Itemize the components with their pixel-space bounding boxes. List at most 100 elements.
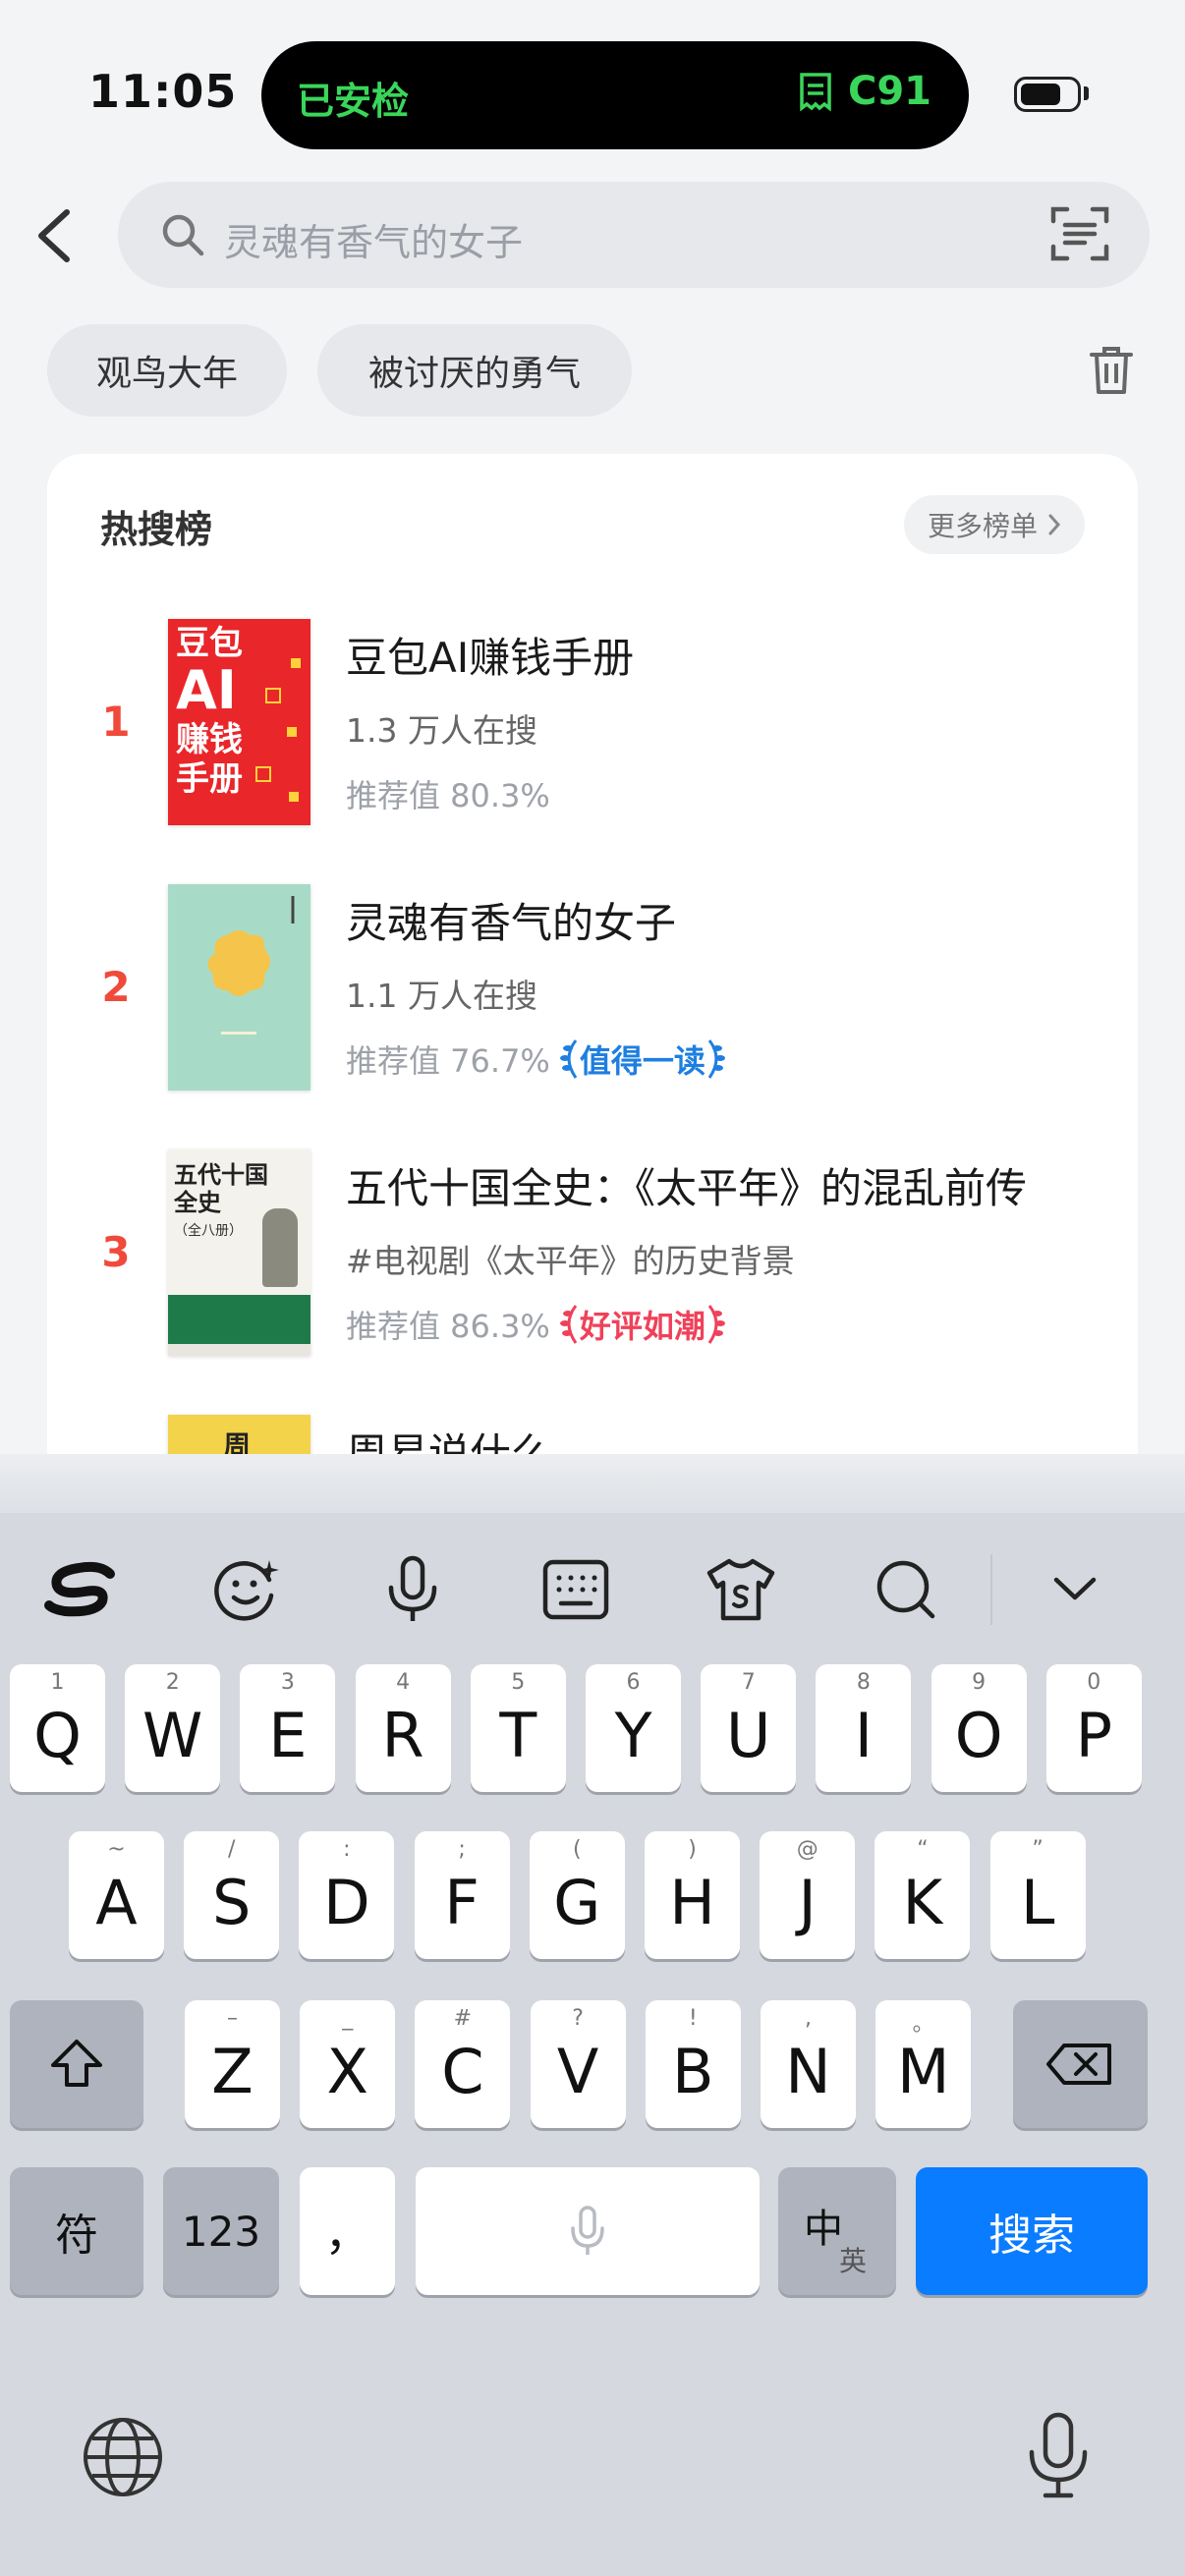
- key-hint: 1: [50, 1670, 65, 1695]
- key-k[interactable]: “K: [875, 1831, 971, 1959]
- dynamic-island[interactable]: 已安检 C91: [261, 41, 969, 149]
- dictation-button[interactable]: [1026, 2411, 1091, 2505]
- key-hint: ”: [1032, 1837, 1044, 1862]
- recommend-badge: 值得一读: [558, 1036, 727, 1082]
- keyboard-layout-button[interactable]: [536, 1550, 615, 1629]
- key-v[interactable]: ? V: [530, 2000, 626, 2128]
- battery-tip: [1084, 86, 1089, 100]
- book-cover: 五代十国 全史 （全八册）: [168, 1149, 310, 1356]
- ticket-icon: [800, 73, 831, 111]
- island-ticket: C91: [797, 69, 931, 114]
- key-hint: ,: [805, 2006, 812, 2031]
- language-switch-key[interactable]: 中 英: [778, 2167, 896, 2295]
- hot-list-item[interactable]: 3 五代十国 全史 （全八册） 五代十国全史：《太平年》的混乱前传 #电视剧《太…: [47, 1149, 1138, 1375]
- battery-icon: [1014, 77, 1081, 112]
- back-button[interactable]: [28, 204, 86, 267]
- keyboard-icon: [542, 1559, 609, 1620]
- hot-search-title: 热搜榜: [100, 508, 213, 551]
- recommend-value: 推荐值 76.7%: [346, 1042, 550, 1080]
- globe-button[interactable]: [81, 2415, 165, 2503]
- key-z[interactable]: – Z: [185, 2000, 280, 2128]
- symbol-key[interactable]: 符: [10, 2167, 143, 2295]
- key-s[interactable]: / S: [184, 1831, 280, 1959]
- key-l[interactable]: ” L: [989, 1831, 1086, 1959]
- keyboard-top-edge: [0, 1454, 1185, 1513]
- key-hint: #: [453, 2006, 473, 2031]
- recommend-value: 推荐值 80.3%: [346, 777, 550, 814]
- key-hint: 4: [396, 1670, 411, 1695]
- key-y[interactable]: 6Y: [586, 1664, 681, 1792]
- history-chip[interactable]: 观鸟大年: [47, 324, 287, 417]
- key-a[interactable]: ~ A: [69, 1831, 164, 1959]
- key-letter: D: [323, 1867, 370, 1938]
- hide-keyboard-button[interactable]: [1036, 1550, 1114, 1629]
- shift-key[interactable]: [10, 2000, 143, 2128]
- key-letter: K: [902, 1867, 943, 1938]
- key-hint: 6: [626, 1670, 641, 1695]
- search-icon: [162, 214, 204, 256]
- key-i[interactable]: 8I: [816, 1664, 912, 1792]
- key-g[interactable]: (G: [529, 1831, 625, 1959]
- microphone-icon: [571, 2206, 604, 2255]
- key-letter: F: [444, 1867, 480, 1938]
- search-submit-key[interactable]: 搜索: [916, 2167, 1148, 2295]
- key-t[interactable]: 5T: [470, 1664, 566, 1792]
- key-hint: _: [342, 2006, 354, 2031]
- key-letter: L: [1020, 1867, 1055, 1938]
- hot-list-item[interactable]: 2 灵魂有香气的女子 1.1 万人在搜 推荐值 76.7% 值得一读: [47, 884, 1138, 1110]
- key-letter: N: [785, 2036, 831, 2107]
- key-letter: T: [499, 1700, 537, 1771]
- tshirt-icon: [706, 1558, 775, 1621]
- key-f[interactable]: ; F: [414, 1831, 510, 1959]
- key-o[interactable]: 9O: [931, 1664, 1027, 1792]
- number-key[interactable]: 123: [163, 2167, 279, 2295]
- key-c[interactable]: # C: [415, 2000, 511, 2128]
- key-x[interactable]: _ X: [300, 2000, 396, 2128]
- voice-input-button[interactable]: [373, 1550, 452, 1629]
- key-u[interactable]: 7U: [701, 1664, 797, 1792]
- key-letter: E: [268, 1700, 308, 1771]
- key-m[interactable]: 。 M: [875, 2000, 972, 2128]
- key-letter: B: [672, 2036, 714, 2107]
- key-p[interactable]: 0P: [1045, 1664, 1142, 1792]
- search-input[interactable]: 灵魂有香气的女子: [118, 182, 1150, 288]
- book-cover: 豆包 AI 赚钱 手册: [168, 619, 310, 825]
- key-letter: S: [212, 1867, 252, 1938]
- key-e[interactable]: 3E: [240, 1664, 336, 1792]
- key-w[interactable]: 2W: [125, 1664, 221, 1792]
- key-q[interactable]: 1Q: [10, 1664, 105, 1792]
- cover-text: （全八册）: [174, 1223, 243, 1239]
- history-chip[interactable]: 被讨厌的勇气: [317, 324, 632, 417]
- emoji-button[interactable]: [206, 1550, 285, 1629]
- key-b[interactable]: ! B: [645, 2000, 741, 2128]
- space-key[interactable]: [416, 2167, 760, 2295]
- key-letter: Q: [33, 1700, 82, 1771]
- toolbar-divider: [990, 1554, 992, 1625]
- hot-list-item[interactable]: 1 豆包 AI 赚钱 手册 豆包AI赚钱手册 1.3 万人在搜 推荐值 80.3…: [47, 619, 1138, 845]
- clear-history-button[interactable]: [1089, 346, 1134, 399]
- key-hint: “: [917, 1837, 929, 1862]
- skin-button[interactable]: [702, 1550, 780, 1629]
- key-hint: –: [227, 2006, 238, 2031]
- key-letter: M: [896, 2036, 950, 2107]
- key-n[interactable]: ,N: [761, 2000, 856, 2128]
- key-h[interactable]: ) H: [645, 1831, 740, 1959]
- key-r[interactable]: 4R: [355, 1664, 451, 1792]
- key-d[interactable]: :D: [299, 1831, 395, 1959]
- search-count: 1.3 万人在搜: [346, 711, 537, 750]
- input-method-logo-button[interactable]: [41, 1550, 120, 1629]
- key-hint: ;: [458, 1837, 466, 1862]
- more-lists-button[interactable]: 更多榜单: [903, 495, 1085, 554]
- key-letter: V: [556, 2036, 599, 2107]
- key-j[interactable]: @ J: [760, 1831, 856, 1959]
- delete-key[interactable]: [1013, 2000, 1148, 2128]
- sogou-logo-icon: [44, 1561, 115, 1617]
- key-letter: P: [1075, 1700, 1112, 1771]
- rank-number: 3: [101, 1228, 131, 1276]
- keyboard-search-button[interactable]: [867, 1550, 945, 1629]
- island-status-text: 已安检: [297, 80, 410, 123]
- comma-key[interactable]: ，: [300, 2167, 395, 2295]
- rank-number: 1: [101, 698, 131, 746]
- key-letter: W: [142, 1700, 203, 1771]
- key-hint: :: [343, 1837, 351, 1862]
